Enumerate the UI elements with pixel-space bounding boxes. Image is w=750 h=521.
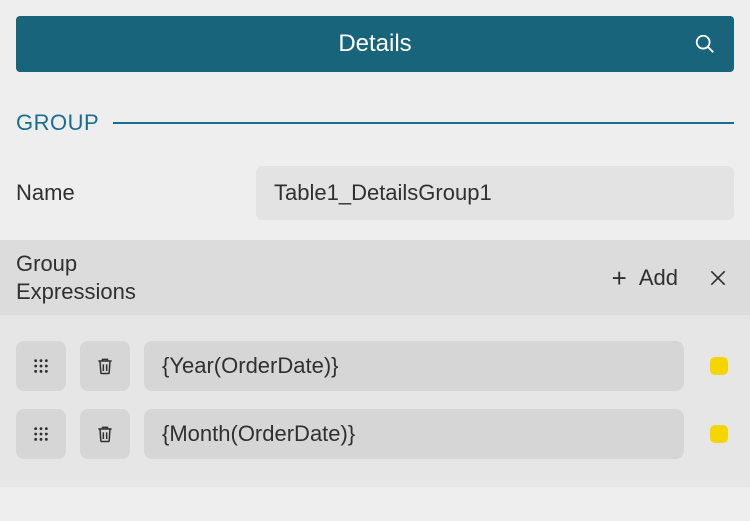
group-section-label: GROUP [16,110,99,136]
add-button-label: Add [639,265,678,291]
delete-button[interactable] [80,409,130,459]
status-indicator-icon [710,425,728,443]
name-input[interactable] [256,166,734,220]
expression-row: {Year(OrderDate)} [16,341,734,391]
trash-icon [95,423,115,445]
plus-icon: + [612,265,627,291]
drag-icon [33,358,49,374]
expression-row: {Month(OrderDate)} [16,409,734,459]
group-expressions-label: Group Expressions [0,250,612,305]
drag-handle[interactable] [16,341,66,391]
close-button[interactable] [704,264,732,292]
add-button[interactable]: + Add [612,265,678,291]
name-label: Name [16,180,256,206]
group-section-header: GROUP [16,110,734,136]
expression-value[interactable]: {Year(OrderDate)} [144,341,684,391]
details-header: Details [16,16,734,72]
expression-value[interactable]: {Month(OrderDate)} [144,409,684,459]
section-divider [113,122,734,124]
header-title: Details [34,30,716,58]
close-icon [708,268,728,288]
trash-icon [95,355,115,377]
expression-list: {Year(OrderDate)} {Month(OrderDate)} [0,315,750,487]
search-icon[interactable] [694,33,716,55]
status-indicator-icon [710,357,728,375]
drag-icon [33,426,49,442]
delete-button[interactable] [80,341,130,391]
name-row: Name [16,166,734,220]
drag-handle[interactable] [16,409,66,459]
group-expressions-header: Group Expressions + Add [0,240,750,315]
